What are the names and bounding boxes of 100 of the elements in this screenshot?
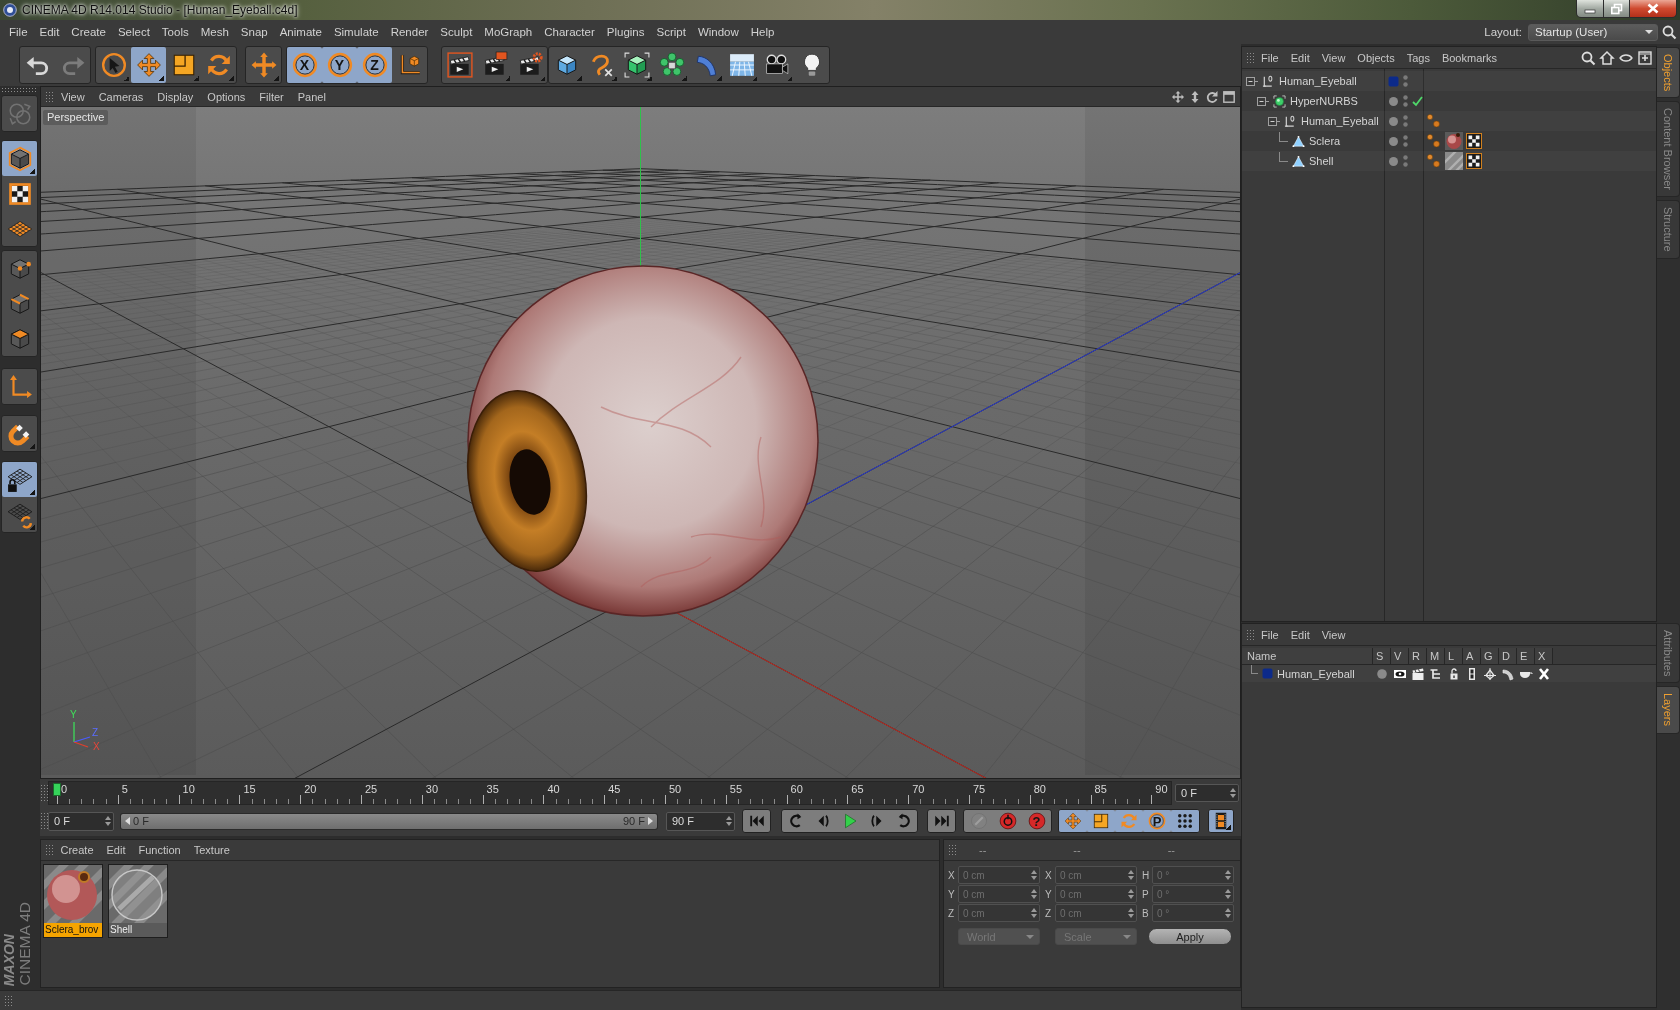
object-row[interactable]: Human_Eyeball (1242, 71, 1656, 91)
menu-item[interactable]: Create (54, 844, 101, 856)
camera-label[interactable]: Perspective (43, 110, 109, 125)
collapse-icon[interactable] (1246, 75, 1258, 87)
dot-icon[interactable] (1388, 115, 1399, 127)
menu-item[interactable]: Edit (100, 844, 132, 856)
dot-icon[interactable] (1388, 95, 1399, 107)
menu-item[interactable]: Simulate (327, 26, 385, 38)
object-name[interactable]: Sclera (1309, 135, 1341, 147)
timeline-window-button[interactable] (1209, 810, 1233, 832)
menu-item[interactable]: File (3, 26, 34, 38)
dot-icon[interactable] (1375, 666, 1389, 681)
layer-color-icon[interactable] (1262, 668, 1273, 679)
menu-item[interactable]: Edit (1284, 51, 1316, 64)
menu-item[interactable]: Sculpt (434, 26, 479, 38)
visibility-dots-icon[interactable] (1403, 75, 1408, 87)
object-row[interactable]: Human_Eyeball (1242, 111, 1656, 131)
visibility-dots-icon[interactable] (1403, 155, 1408, 167)
object-name[interactable]: HyperNURBS (1290, 95, 1358, 107)
plus-square-icon[interactable] (1638, 50, 1652, 65)
layout-dropdown[interactable]: Startup (User) (1528, 23, 1658, 41)
frame-field[interactable]: 0 F (1175, 783, 1239, 802)
visibility-dots-icon[interactable] (1403, 95, 1408, 107)
collapse-icon[interactable] (1257, 95, 1269, 107)
column-header[interactable]: G (1481, 648, 1499, 664)
workplane-lock-button[interactable] (2, 462, 37, 497)
model-mode-button[interactable] (2, 141, 37, 176)
column-header[interactable]: M (1427, 648, 1445, 664)
timeline-ruler[interactable]: 0 5 10 15 20 25 30 35 40 45 50 55 60 65 70 75 80 85 90 (48, 780, 1172, 805)
dots-tag-icon[interactable] (1426, 153, 1442, 169)
object-row[interactable]: Sclera (1242, 131, 1656, 151)
dot-icon[interactable] (1388, 135, 1399, 147)
material-swatch[interactable]: Shell (108, 864, 168, 938)
menu-item[interactable]: Filter (252, 90, 291, 103)
checker-tag-icon[interactable] (1466, 153, 1482, 169)
layer-row[interactable]: Human_Eyeball (1242, 665, 1656, 682)
layer-name[interactable]: Human_Eyeball (1277, 667, 1355, 680)
playhead-marker[interactable] (53, 782, 61, 796)
menu-item[interactable]: Edit (1284, 628, 1316, 641)
panel-tab[interactable]: Objects (1657, 47, 1680, 99)
menu-item[interactable]: File (1255, 51, 1285, 64)
column-header[interactable]: L (1445, 648, 1463, 664)
menu-item[interactable]: Animate (273, 26, 328, 38)
menu-item[interactable]: View (54, 90, 92, 103)
dots-tag-icon[interactable] (1426, 133, 1442, 149)
column-header[interactable]: D (1499, 648, 1517, 664)
axis-lock-button[interactable]: X (287, 47, 322, 83)
end-frame-field[interactable]: 90 F (666, 811, 735, 831)
visibility-dots-icon[interactable] (1403, 135, 1408, 147)
key-parameter-button[interactable]: P (1143, 810, 1171, 832)
dot-icon[interactable] (1388, 155, 1399, 167)
column-header[interactable]: Name (1242, 648, 1373, 664)
menu-item[interactable]: Select (111, 26, 156, 38)
dots-tag-icon[interactable] (1426, 113, 1442, 129)
menu-item[interactable]: Snap (234, 26, 274, 38)
collapse-icon[interactable] (1268, 115, 1280, 127)
menu-item[interactable]: Objects (1351, 51, 1401, 64)
grip-icon[interactable] (1, 87, 37, 93)
axis-lock-button[interactable]: Y (322, 47, 357, 83)
menu-item[interactable]: Tools (155, 26, 195, 38)
object-row[interactable]: HyperNURBS (1242, 91, 1656, 111)
menu-item[interactable]: View (1315, 628, 1352, 641)
menu-item[interactable]: Function (132, 844, 188, 856)
menu-item[interactable]: File (1255, 628, 1285, 641)
key-selection-button[interactable]: ? (1022, 810, 1051, 832)
column-header[interactable]: S (1373, 648, 1391, 664)
close-button[interactable] (1630, 0, 1677, 18)
restore-button[interactable] (1604, 0, 1630, 18)
home-icon[interactable] (1600, 50, 1614, 65)
menu-item[interactable]: Texture (187, 844, 237, 856)
3d-viewport[interactable]: Perspective Y Z X (41, 107, 1240, 778)
diamond-cross-icon[interactable] (1483, 666, 1497, 681)
minimize-button[interactable] (1576, 0, 1604, 18)
column-header[interactable]: E (1517, 648, 1535, 664)
rotate-icon[interactable] (1206, 90, 1218, 103)
menu-item[interactable]: Render (384, 26, 435, 38)
object-name[interactable]: Shell (1309, 155, 1334, 167)
window-icon[interactable] (1223, 90, 1235, 103)
frame-range-slider[interactable]: 0 F 90 F (120, 812, 658, 830)
search-icon[interactable] (1662, 25, 1676, 39)
axis-lock-button[interactable]: Z (357, 47, 392, 83)
search-icon[interactable] (1581, 50, 1595, 65)
object-name[interactable]: Human_Eyeball (1279, 75, 1357, 87)
menu-item[interactable]: Mesh (194, 26, 235, 38)
menu-item[interactable]: Plugins (600, 26, 651, 38)
object-row[interactable]: Shell (1242, 151, 1656, 171)
menu-item[interactable]: View (1315, 51, 1352, 64)
column-header[interactable]: R (1409, 648, 1427, 664)
move-button[interactable] (131, 47, 166, 83)
menu-item[interactable]: Options (200, 90, 253, 103)
column-header[interactable]: V (1391, 648, 1409, 664)
column-header[interactable]: X (1535, 648, 1553, 664)
updown-arrow-icon[interactable] (1189, 90, 1201, 103)
menu-item[interactable]: Bookmarks (1435, 51, 1503, 64)
panel-tab[interactable]: Layers (1657, 686, 1680, 734)
move-arrows-icon[interactable] (1172, 90, 1184, 103)
menu-item[interactable]: Script (650, 26, 692, 38)
menu-item[interactable]: Help (744, 26, 781, 38)
visibility-dots-icon[interactable] (1403, 115, 1408, 127)
panel-tab[interactable]: Structure (1657, 200, 1680, 259)
